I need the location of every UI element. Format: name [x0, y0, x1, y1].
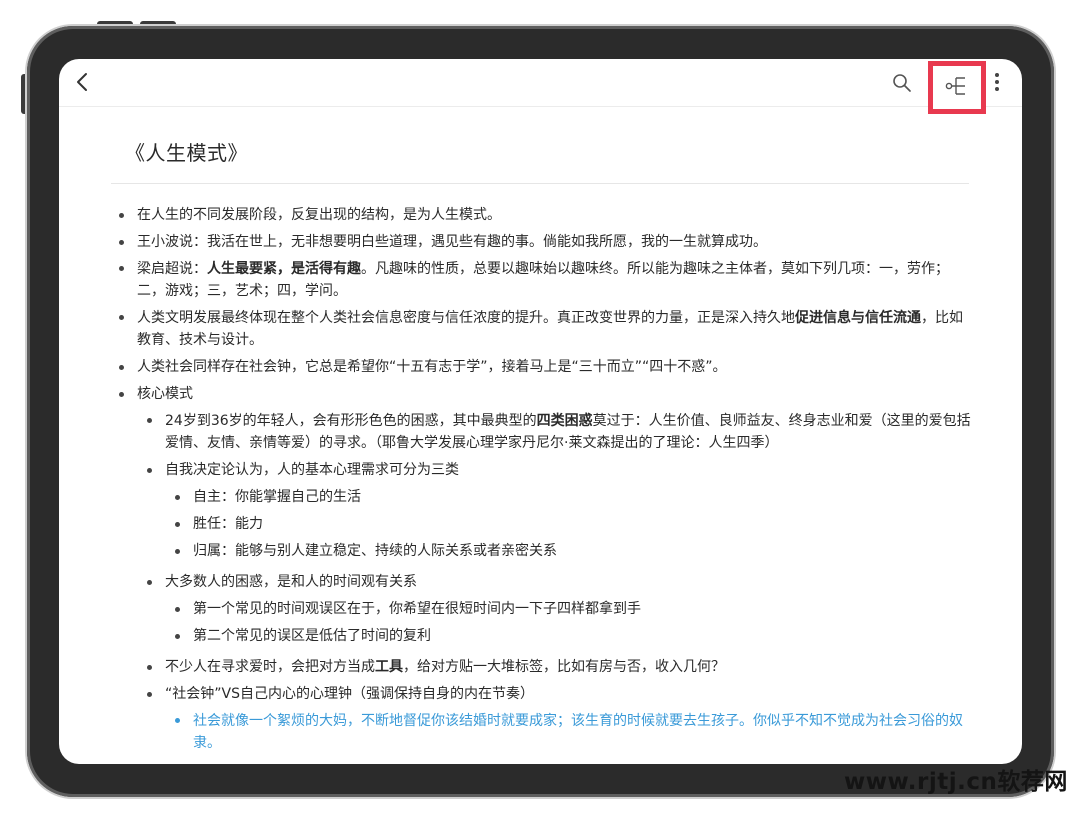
item-text: 王小波说：我活在世上，无非想要明白些道理，遇见些有趣的事。倘能如我所愿，我的一生…: [137, 234, 767, 250]
outline-item[interactable]: 梁启超说：人生最要紧，是活得有趣。凡趣味的性质，总要以趣味始以趣味终。所以能为趣…: [111, 256, 971, 305]
item-text: 人类文明发展最终体现在整个人类社会信息密度与信任浓度的提升。真正改变世界的力量，…: [137, 310, 795, 326]
item-text: 核心模式: [137, 386, 193, 402]
more-vertical-icon: [994, 72, 1000, 96]
item-text: 梁启超说：: [137, 261, 207, 277]
item-text: 归属：能够与别人建立稳定、持续的人际关系或者亲密关系: [193, 543, 557, 559]
item-text: ，给对方贴一大堆标签，比如有房与否，收入几何？: [403, 659, 725, 675]
outline-item[interactable]: 第二个常见的误区是低估了时间的复利: [167, 623, 971, 650]
item-text: 自我决定论认为，人的基本心理需求可分为三类: [165, 462, 459, 478]
outline-list: 在人生的不同发展阶段，反复出现的结构，是为人生模式。 王小波说：我活在世上，无非…: [111, 202, 971, 757]
outline-item[interactable]: 自主：你能掌握自己的生活: [167, 484, 971, 511]
outline-item-highlighted[interactable]: 社会就像一个絮烦的大妈，不断地督促你该结婚时就要成家；该生育的时候就要去生孩子。…: [167, 708, 971, 757]
outline-item[interactable]: 人类社会同样存在社会钟，它总是希望你“十五有志于学”，接着马上是“三十而立”“四…: [111, 354, 971, 381]
back-button[interactable]: [69, 71, 95, 97]
item-text: 社会就像一个絮烦的大妈，不断地督促你该结婚时就要成家；该生育的时候就要去生孩子。…: [193, 713, 963, 751]
outline-item[interactable]: 第一个常见的时间观误区在于，你希望在很短时间内一下子四样都拿到手: [167, 596, 971, 623]
item-text: 24岁到36岁的年轻人，会有形形色色的困惑，其中最典型的: [165, 413, 537, 429]
outline-item[interactable]: 胜任：能力: [167, 511, 971, 538]
outline-item[interactable]: “社会钟”VS自己内心的心理钟（强调保持自身的内在节奏）: [139, 681, 971, 708]
more-options-button[interactable]: [987, 71, 1007, 97]
item-text: 胜任：能力: [193, 516, 263, 532]
outline-item[interactable]: 王小波说：我活在世上，无非想要明白些道理，遇见些有趣的事。倘能如我所愿，我的一生…: [111, 229, 971, 256]
title-divider: [111, 183, 969, 184]
outline-item[interactable]: 归属：能够与别人建立稳定、持续的人际关系或者亲密关系: [167, 538, 971, 565]
bold-text: 四类困惑: [536, 413, 593, 429]
outline-item[interactable]: 24岁到36岁的年轻人，会有形形色色的困惑，其中最典型的四类困惑莫过于：人生价值…: [139, 408, 971, 457]
outline-item[interactable]: 人类文明发展最终体现在整个人类社会信息密度与信任浓度的提升。真正改变世界的力量，…: [111, 305, 971, 354]
bold-text: 人生最要紧，是活得有趣: [207, 261, 361, 277]
item-text: 第一个常见的时间观误区在于，你希望在很短时间内一下子四样都拿到手: [193, 601, 641, 617]
item-text: 不少人在寻求爱时，会把对方当成: [165, 659, 375, 675]
bold-text: 工具: [375, 659, 403, 675]
mindmap-button[interactable]: [928, 61, 986, 114]
chevron-left-icon: [75, 72, 89, 96]
item-text: 第二个常见的误区是低估了时间的复利: [193, 628, 431, 644]
outline-item[interactable]: 不少人在寻求爱时，会把对方当成工具，给对方贴一大堆标签，比如有房与否，收入几何？: [139, 654, 971, 681]
item-text: 大多数人的困惑，是和人的时间观有关系: [165, 574, 417, 590]
item-text: 人类社会同样存在社会钟，它总是希望你“十五有志于学”，接着马上是“三十而立”“四…: [137, 359, 727, 375]
item-text: “社会钟”VS自己内心的心理钟（强调保持自身的内在节奏）: [165, 686, 534, 702]
item-text: 自主：你能掌握自己的生活: [193, 489, 361, 505]
outline-item[interactable]: 在人生的不同发展阶段，反复出现的结构，是为人生模式。: [111, 202, 971, 229]
watermark-text: www.rjtj.cn软荐网: [844, 769, 1068, 795]
document-title: 《人生模式》: [125, 141, 248, 165]
app-screen: 《人生模式》 在人生的不同发展阶段，反复出现的结构，是为人生模式。 王小波说：我…: [59, 59, 1022, 764]
bold-text: 促进信息与信任流通: [795, 310, 921, 326]
outline-item[interactable]: 自我决定论认为，人的基本心理需求可分为三类: [139, 457, 971, 484]
mindmap-icon: [945, 75, 969, 101]
outline-item[interactable]: 核心模式: [111, 381, 971, 408]
top-toolbar: [59, 59, 1022, 114]
outline-item[interactable]: 大多数人的困惑，是和人的时间观有关系: [139, 569, 971, 596]
search-icon: [892, 73, 912, 97]
item-text: 在人生的不同发展阶段，反复出现的结构，是为人生模式。: [137, 207, 501, 223]
search-button[interactable]: [889, 72, 915, 98]
